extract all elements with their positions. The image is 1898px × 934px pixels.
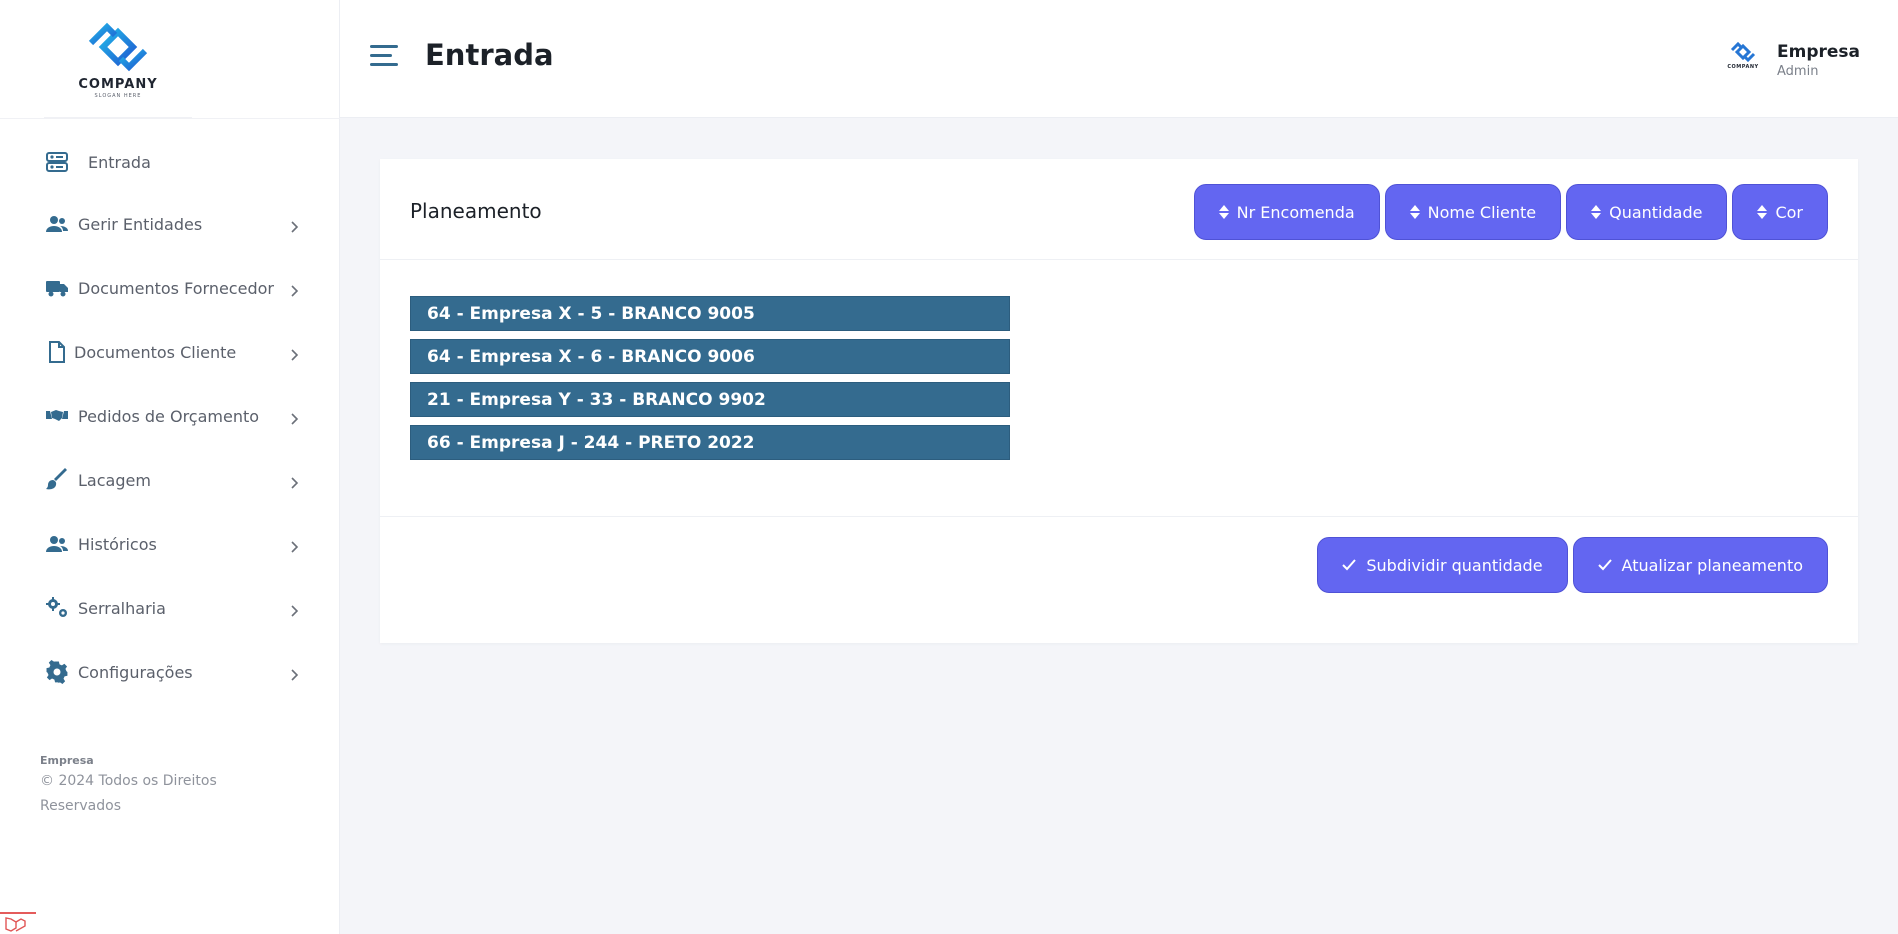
sidebar: COMPANY SLOGAN HERE Entrada Gerir Entida…: [0, 0, 340, 934]
card-title: Planeamento: [410, 199, 542, 223]
logo-mark-icon: [1730, 41, 1756, 63]
chevron-right-icon: [288, 410, 300, 425]
planning-list: 64 - Empresa X - 5 - BRANCO 9005 64 - Em…: [410, 296, 1010, 468]
check-icon: [1597, 559, 1612, 571]
sidebar-item-configuracoes[interactable]: Configurações: [0, 640, 340, 704]
list-item[interactable]: 66 - Empresa J - 244 - PRETO 2022: [410, 425, 1010, 460]
sidebar-item-label: Documentos Fornecedor: [78, 278, 274, 298]
list-item[interactable]: 64 - Empresa X - 6 - BRANCO 9006: [410, 339, 1010, 374]
hamburger-menu-icon[interactable]: [370, 45, 398, 69]
list-item[interactable]: 21 - Empresa Y - 33 - BRANCO 9902: [410, 382, 1010, 417]
logo-mark-icon: [88, 22, 148, 71]
sidebar-item-label: Históricos: [78, 534, 157, 554]
sort-icon: [1218, 205, 1229, 219]
company-logo[interactable]: COMPANY SLOGAN HERE: [44, 0, 192, 118]
user-name: Empresa: [1777, 41, 1860, 62]
logo-slogan: SLOGAN HERE: [94, 92, 142, 99]
sidebar-item-pedidos-orcamento[interactable]: Pedidos de Orçamento: [0, 384, 340, 448]
laravel-icon: [5, 917, 26, 932]
file-icon: [44, 339, 70, 365]
gear-icon: [44, 659, 70, 685]
atualizar-planeamento-button[interactable]: Atualizar planeamento: [1572, 537, 1828, 593]
sidebar-item-lacagem[interactable]: Lacagem: [0, 448, 340, 512]
sort-nome-cliente-button[interactable]: Nome Cliente: [1384, 184, 1562, 240]
sidebar-item-label: Lacagem: [78, 470, 151, 490]
page-title: Entrada: [425, 38, 554, 72]
list-item[interactable]: 64 - Empresa X - 5 - BRANCO 9005: [410, 296, 1010, 331]
sort-quantidade-button[interactable]: Quantidade: [1566, 184, 1728, 240]
user-menu[interactable]: COMPANY Empresa Admin: [1721, 40, 1860, 80]
chevron-right-icon: [288, 602, 300, 617]
chevron-right-icon: [288, 666, 300, 681]
sort-cor-button[interactable]: Cor: [1732, 184, 1828, 240]
chevron-right-icon: [288, 538, 300, 553]
sidebar-item-label: Documentos Cliente: [74, 342, 237, 362]
footer-brand: Empresa: [40, 754, 94, 767]
action-button-group: Subdividir quantidade Atualizar planeame…: [1317, 537, 1828, 593]
avatar-label: COMPANY: [1727, 64, 1759, 70]
button-label: Nome Cliente: [1427, 202, 1537, 222]
check-icon: [1342, 559, 1357, 571]
button-label: Subdividir quantidade: [1366, 555, 1543, 575]
sort-button-group: Nr Encomenda Nome Cliente Quantidade Cor: [1193, 184, 1828, 240]
button-label: Quantidade: [1609, 202, 1703, 222]
sort-nr-encomenda-button[interactable]: Nr Encomenda: [1193, 184, 1380, 240]
chevron-right-icon: [288, 218, 300, 233]
sidebar-item-label: Gerir Entidades: [78, 214, 203, 234]
sidebar-item-entrada[interactable]: Entrada: [0, 132, 340, 192]
chevron-right-icon: [288, 346, 300, 361]
sidebar-divider: [0, 118, 340, 119]
button-label: Nr Encomenda: [1236, 202, 1355, 222]
sidebar-item-historicos[interactable]: Históricos: [0, 512, 340, 576]
laravel-debug-badge[interactable]: [0, 912, 36, 934]
logo-name: COMPANY: [78, 76, 158, 92]
handshake-icon: [44, 403, 70, 429]
planning-card: Planeamento Nr Encomenda Nome Cliente Qu…: [380, 159, 1858, 643]
sidebar-item-documentos-fornecedor[interactable]: Documentos Fornecedor: [0, 256, 340, 320]
avatar: COMPANY: [1721, 40, 1765, 80]
user-role: Admin: [1777, 63, 1819, 79]
sort-icon: [1591, 205, 1602, 219]
gears-icon: [44, 595, 70, 621]
sort-icon: [1757, 205, 1768, 219]
top-header: Entrada COMPANY Empresa Admin: [340, 0, 1898, 118]
sidebar-item-label: Configurações: [78, 662, 193, 682]
brush-icon: [44, 467, 70, 493]
button-label: Atualizar planeamento: [1621, 555, 1803, 575]
sidebar-item-serralharia[interactable]: Serralharia: [0, 576, 340, 640]
truck-icon: [44, 275, 70, 301]
sidebar-item-documentos-cliente[interactable]: Documentos Cliente: [0, 320, 340, 384]
sidebar-item-gerir-entidades[interactable]: Gerir Entidades: [0, 192, 340, 256]
sidebar-item-label: Pedidos de Orçamento: [78, 406, 260, 426]
subdividir-quantidade-button[interactable]: Subdividir quantidade: [1317, 537, 1568, 593]
sidebar-footer: Empresa © 2024 Todos os Direitos Reserva…: [40, 754, 280, 819]
users-icon: [44, 531, 70, 557]
chevron-right-icon: [288, 282, 300, 297]
dashboard-icon: [44, 149, 70, 175]
users-icon: [44, 211, 70, 237]
sort-icon: [1409, 205, 1420, 219]
sidebar-item-label: Entrada: [88, 152, 151, 172]
card-divider: [380, 259, 1858, 260]
chevron-right-icon: [288, 474, 300, 489]
button-label: Cor: [1775, 202, 1803, 222]
footer-copyright: © 2024 Todos os Direitos Reservados: [40, 773, 217, 814]
sidebar-nav: Entrada Gerir Entidades Documentos Forne…: [0, 136, 340, 704]
card-divider: [380, 516, 1858, 517]
sidebar-item-label: Serralharia: [78, 598, 166, 618]
